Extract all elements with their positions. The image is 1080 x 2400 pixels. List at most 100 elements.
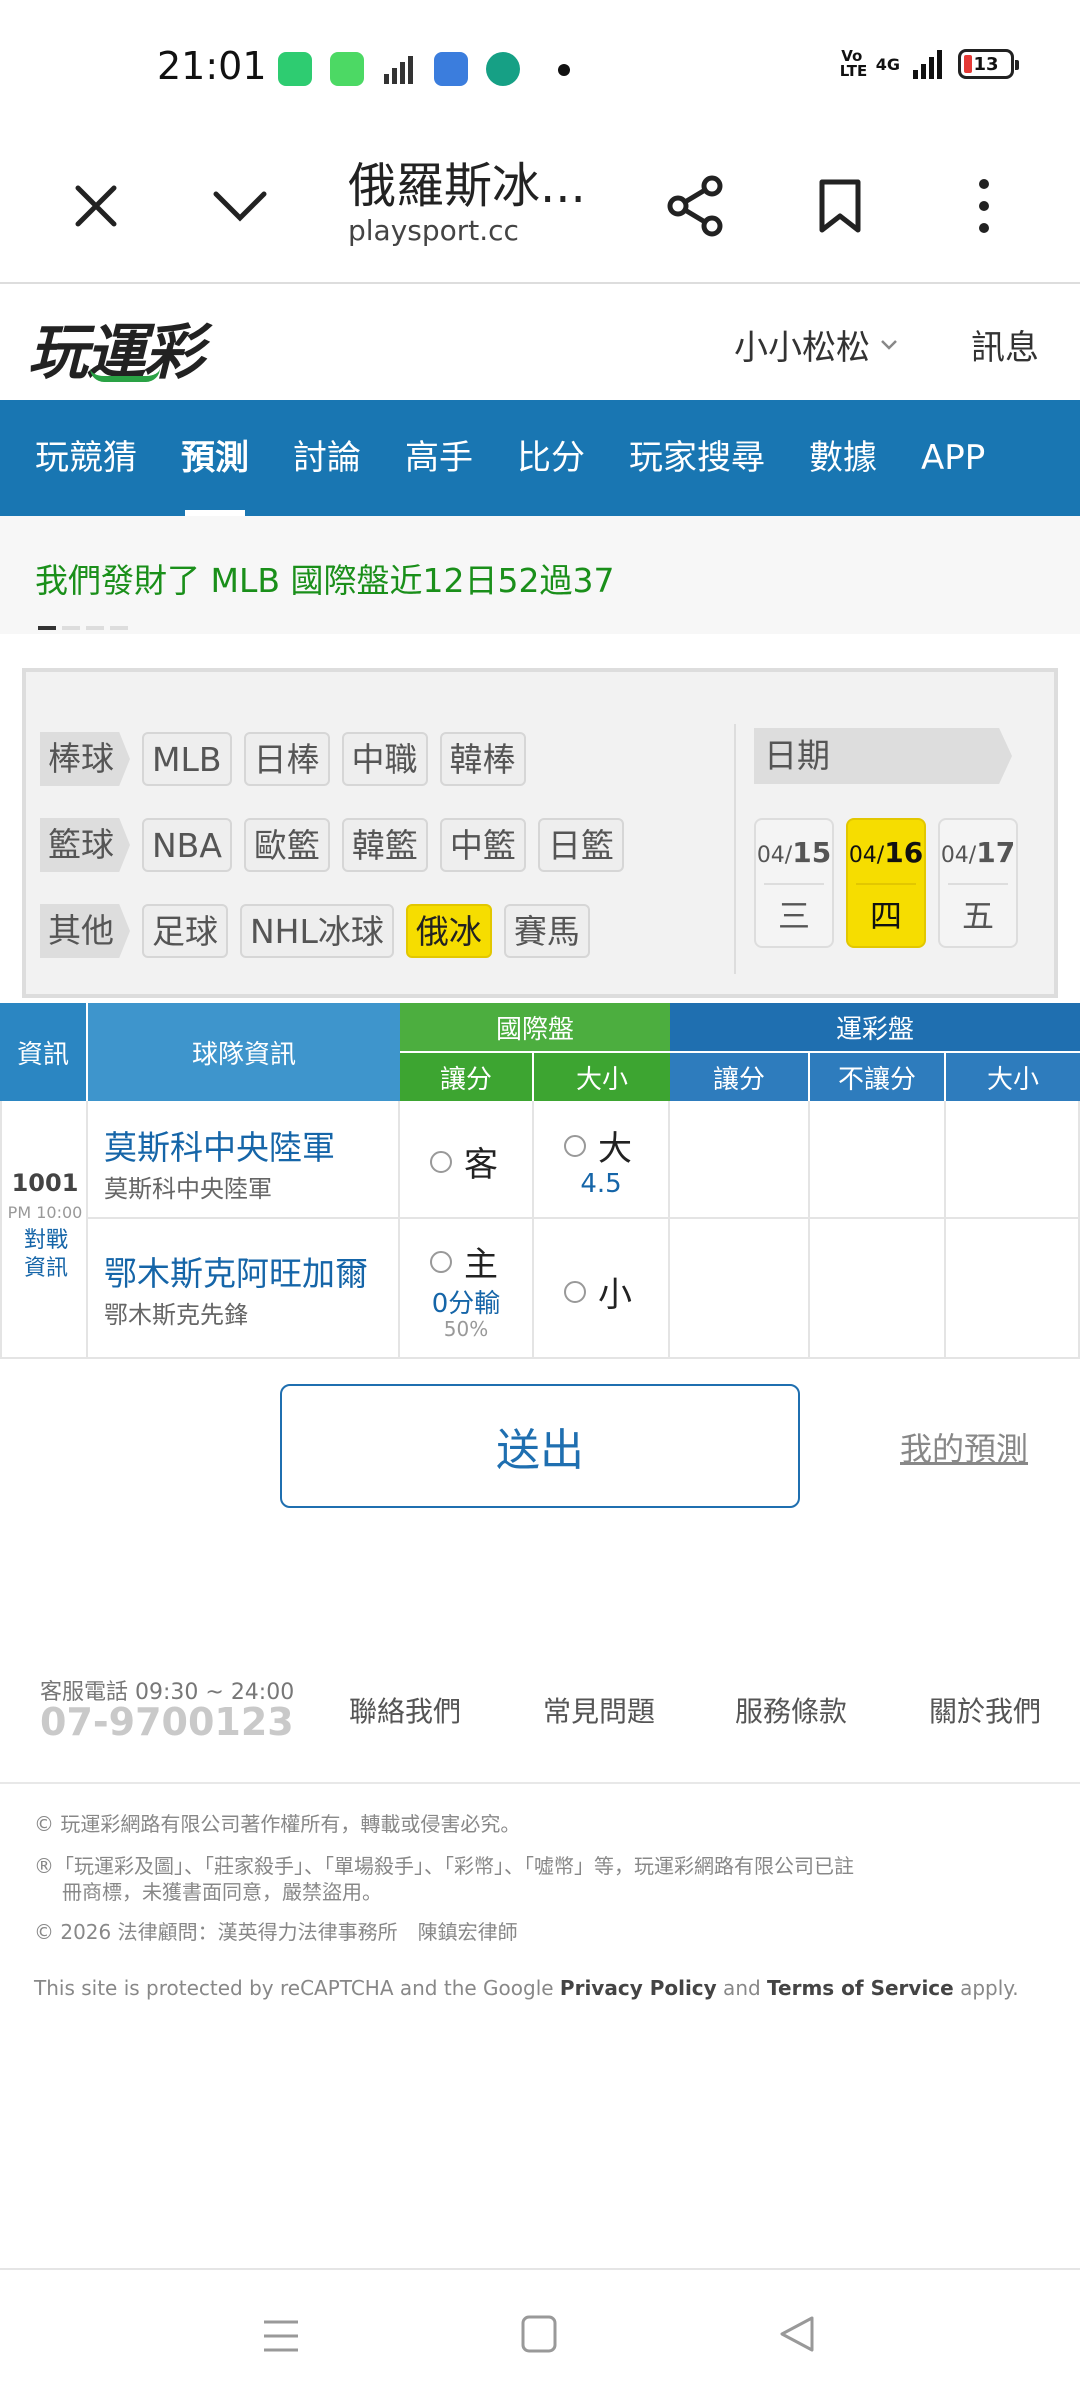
more-vertical-icon: [979, 179, 989, 233]
nav-item-predict[interactable]: 預測: [159, 400, 271, 516]
footer-link-terms[interactable]: 服務條款: [735, 1690, 847, 1730]
terms-of-service-link[interactable]: Terms of Service: [767, 1976, 954, 2000]
close-tab-button[interactable]: [56, 166, 136, 246]
nav-item-guess[interactable]: 玩競猜: [0, 400, 159, 516]
promo-pager: [38, 626, 128, 630]
header-intl-total: 大小: [534, 1053, 670, 1101]
home-spread-pct: 50%: [443, 1317, 489, 1341]
footer-link-faq[interactable]: 常見問題: [543, 1690, 655, 1730]
total-line: 4.5: [580, 1169, 622, 1199]
bookmark-icon: [819, 179, 861, 233]
recaptcha-and: and: [716, 1976, 768, 2000]
recaptcha-apply: apply.: [953, 1976, 1019, 2000]
filter-label-other: 其他: [40, 904, 130, 958]
volte-icon: Vo LTE: [839, 47, 868, 80]
nav-item-experts[interactable]: 高手: [383, 400, 495, 516]
user-menu[interactable]: 小小松松: [734, 320, 898, 369]
home-lottery-nospread-cell: [810, 1219, 946, 1359]
battery-icon: 13: [958, 49, 1019, 79]
away-team-sub: 莫斯科中央陸軍: [104, 1175, 272, 1203]
submit-button[interactable]: 送出: [280, 1384, 800, 1508]
my-predictions-link[interactable]: 我的預測: [900, 1424, 1028, 1470]
footer-link-contact[interactable]: 聯絡我們: [349, 1690, 461, 1730]
over-radio[interactable]: [564, 1134, 586, 1157]
away-team-name[interactable]: 莫斯科中央陸軍: [104, 1121, 335, 1169]
battery-app-icon: [278, 52, 312, 86]
cell-signal-icon: [913, 50, 942, 79]
chip-russian-hockey[interactable]: 俄冰: [405, 904, 492, 958]
date-day: 16: [884, 836, 924, 869]
date-card-0416[interactable]: 04/16 四: [846, 818, 926, 948]
game-number: 1001: [11, 1169, 79, 1197]
chip-npb[interactable]: 日棒: [243, 732, 330, 786]
chip-korea-basketball[interactable]: 韓籃: [341, 818, 428, 872]
user-name: 小小松松: [734, 328, 870, 368]
bookmark-button[interactable]: [800, 166, 880, 246]
recaptcha-notice: This site is protected by reCAPTCHA and …: [34, 1974, 1019, 2002]
home-team-name[interactable]: 鄂木斯克阿旺加爾: [104, 1247, 368, 1295]
system-navigation-bar: [0, 2268, 1080, 2400]
files-app-icon: [434, 52, 468, 86]
promo-banner[interactable]: 我們發財了 MLB 國際盤近12日52過37: [0, 516, 1080, 634]
header-sports-lottery: 運彩盤: [670, 1003, 1080, 1051]
home-team-sub: 鄂木斯克先鋒: [104, 1301, 248, 1329]
nav-item-app[interactable]: APP: [899, 400, 1007, 516]
home-icon[interactable]: [520, 2314, 558, 2354]
date-card-0415[interactable]: 04/15 三: [754, 818, 834, 948]
away-spread-label: 客: [464, 1145, 498, 1185]
network-type: 4G: [875, 54, 900, 74]
chip-euro-basketball[interactable]: 歐籃: [243, 818, 330, 872]
under-cell[interactable]: 小: [534, 1219, 670, 1359]
messages-link[interactable]: 訊息: [971, 320, 1039, 369]
page-domain[interactable]: playsport.cc: [348, 214, 519, 247]
service-phone[interactable]: 07-9700123: [40, 1700, 294, 1744]
date-day: 17: [976, 836, 1016, 869]
nav-item-discuss[interactable]: 討論: [271, 400, 383, 516]
away-team-cell: 莫斯科中央陸軍 莫斯科中央陸軍: [88, 1101, 400, 1219]
privacy-policy-link[interactable]: Privacy Policy: [560, 1976, 717, 2000]
page-title[interactable]: 俄羅斯冰...: [348, 146, 586, 216]
nav-item-player-search[interactable]: 玩家搜尋: [607, 400, 787, 516]
chip-china-basketball[interactable]: 中籃: [439, 818, 526, 872]
share-icon: [667, 175, 723, 237]
chip-horse-racing[interactable]: 賽馬: [503, 904, 590, 958]
chevron-down-icon: [213, 191, 267, 222]
filter-row-other: 其他 足球 NHL冰球 俄冰 賽馬: [40, 904, 590, 958]
home-spread-radio[interactable]: [430, 1250, 452, 1273]
date-month: 04/: [848, 843, 885, 868]
header-info: 資訊: [0, 1003, 88, 1101]
home-lottery-total-cell: [946, 1219, 1080, 1359]
share-button[interactable]: [656, 166, 736, 246]
chip-soccer[interactable]: 足球: [142, 904, 228, 958]
home-spread-label: 主: [464, 1245, 498, 1285]
header-intl: 國際盤: [400, 1003, 670, 1051]
more-menu-button[interactable]: [944, 166, 1024, 246]
date-card-0417[interactable]: 04/17 五: [938, 818, 1018, 948]
chip-cpbl[interactable]: 中職: [341, 732, 428, 786]
chip-nhl[interactable]: NHL冰球: [240, 904, 394, 958]
filter-divider: [734, 724, 736, 974]
home-lottery-spread-cell: [670, 1219, 810, 1359]
recent-apps-icon[interactable]: [262, 2318, 300, 2354]
home-intl-spread-cell[interactable]: 主 0分輸 50%: [400, 1219, 534, 1359]
chart-app-icon: [486, 52, 520, 86]
copyright-text: © 玩運彩網路有限公司著作權所有，轉載或侵害必究。: [34, 1812, 521, 1836]
chip-japan-basketball[interactable]: 日籃: [537, 818, 624, 872]
nav-item-scores[interactable]: 比分: [495, 400, 607, 516]
collapse-button[interactable]: [200, 166, 280, 246]
away-intl-spread-cell[interactable]: 客: [400, 1101, 534, 1219]
chip-mlb[interactable]: MLB: [142, 732, 232, 786]
over-cell[interactable]: 大 4.5: [534, 1101, 670, 1219]
promo-text[interactable]: 我們發財了 MLB 國際盤近12日52過37: [35, 554, 614, 602]
away-lottery-total-cell: [946, 1101, 1080, 1219]
back-icon[interactable]: [778, 2314, 816, 2354]
away-spread-radio[interactable]: [430, 1150, 452, 1173]
under-radio[interactable]: [564, 1280, 586, 1303]
nav-item-data[interactable]: 數據: [787, 400, 899, 516]
header-intl-spread: 讓分: [400, 1053, 534, 1101]
footer-link-about[interactable]: 關於我們: [929, 1690, 1041, 1730]
chip-kbo[interactable]: 韓棒: [439, 732, 526, 786]
matchup-link[interactable]: 對戰資訊: [18, 1227, 74, 1283]
chip-nba[interactable]: NBA: [142, 818, 232, 872]
date-month: 04/: [756, 843, 793, 868]
